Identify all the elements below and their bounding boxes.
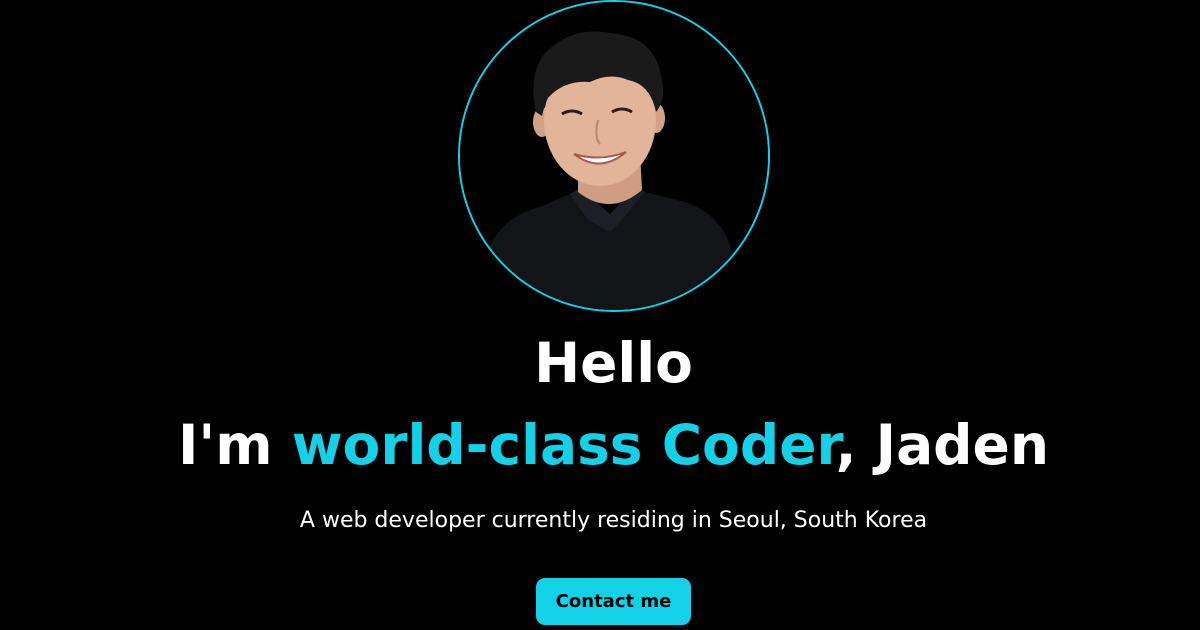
avatar [458,0,770,312]
hero-section: Hello I'm world-class Coder, Jaden A web… [0,0,1200,630]
contact-me-button[interactable]: Contact me [536,578,691,625]
headline: I'm world-class Coder, Jaden [0,412,1200,478]
greeting-heading: Hello [534,331,693,395]
headline-prefix: I'm [177,413,292,477]
headline-accent: world-class Coder [291,413,836,477]
headline-suffix: , Jaden [835,413,1050,477]
subtitle: A web developer currently residing in Se… [299,508,928,533]
profile-photo-icon [460,2,768,310]
